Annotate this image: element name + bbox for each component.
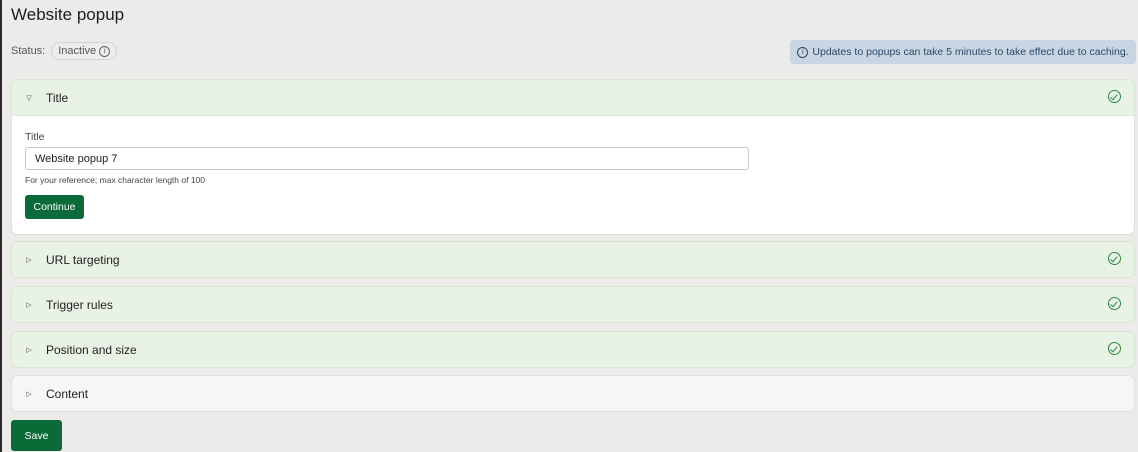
section-title-label: Title: [46, 90, 69, 105]
title-input[interactable]: [25, 147, 749, 170]
caret-right-icon: ▷: [26, 255, 32, 264]
section-position-size-header[interactable]: ▷ Position and size: [12, 332, 1134, 367]
caret-right-icon: ▷: [26, 389, 32, 398]
status-row: Status: Inactive i: [11, 42, 118, 60]
notice-text: Updates to popups can take 5 minutes to …: [812, 46, 1129, 58]
info-icon: i: [797, 46, 809, 58]
caret-right-icon: ▷: [26, 300, 32, 309]
info-icon[interactable]: i: [99, 45, 111, 57]
section-url-targeting-header[interactable]: ▷ URL targeting: [12, 242, 1134, 277]
continue-button[interactable]: Continue: [25, 195, 84, 219]
section-trigger-rules[interactable]: ▷ Trigger rules: [11, 286, 1135, 323]
title-help-text: For your reference; max character length…: [25, 175, 206, 185]
section-content-label: Content: [46, 386, 89, 401]
section-title: ▽ Title Title For your reference; max ch…: [11, 79, 1135, 235]
section-position-size[interactable]: ▷ Position and size: [11, 331, 1135, 368]
check-circle-icon: [1108, 90, 1121, 103]
section-content-header[interactable]: ▷ Content: [12, 376, 1134, 411]
caret-down-icon: ▽: [26, 93, 32, 102]
section-content[interactable]: ▷ Content: [11, 375, 1135, 412]
caching-notice: i Updates to popups can take 5 minutes t…: [790, 40, 1136, 64]
section-position-size-label: Position and size: [46, 342, 137, 357]
section-trigger-rules-label: Trigger rules: [46, 297, 113, 312]
section-url-targeting[interactable]: ▷ URL targeting: [11, 241, 1135, 278]
section-url-targeting-label: URL targeting: [46, 252, 120, 267]
page-title: Website popup: [11, 5, 125, 24]
section-title-header[interactable]: ▽ Title: [12, 80, 1134, 115]
caret-right-icon: ▷: [26, 345, 32, 354]
check-circle-icon: [1108, 342, 1121, 355]
status-value: Inactive: [58, 45, 97, 57]
section-title-body: Title For your reference; max character …: [12, 115, 1134, 234]
check-circle-icon: [1108, 252, 1121, 265]
section-trigger-rules-header[interactable]: ▷ Trigger rules: [12, 287, 1134, 322]
check-circle-icon: [1108, 297, 1121, 310]
status-label: Status:: [11, 45, 46, 57]
title-field-label: Title: [25, 131, 45, 143]
status-badge[interactable]: Inactive i: [51, 42, 118, 60]
save-button[interactable]: Save: [11, 420, 62, 451]
